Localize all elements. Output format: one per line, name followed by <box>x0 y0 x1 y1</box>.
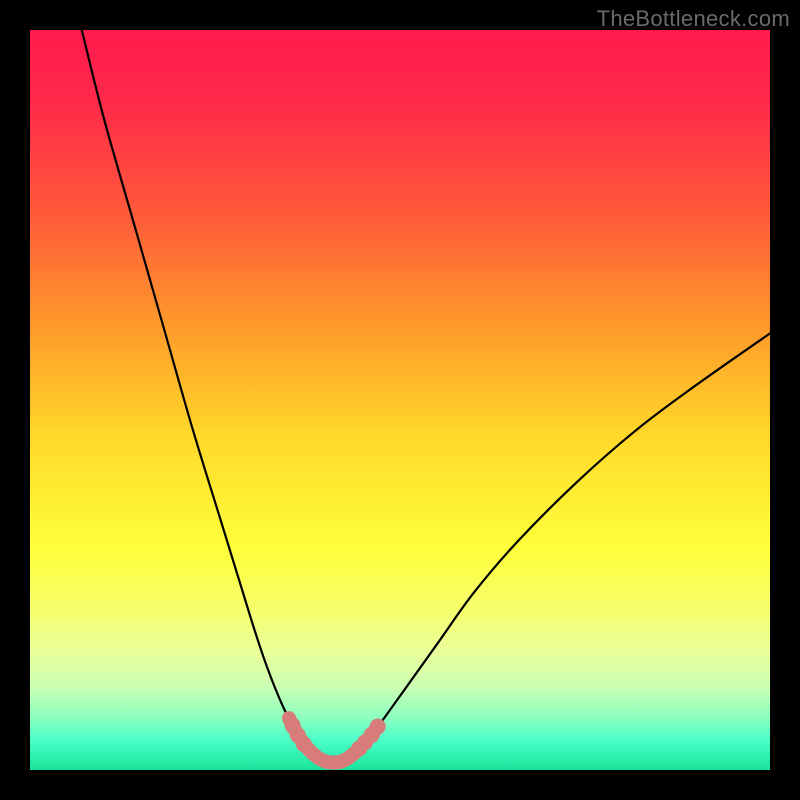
watermark-text: TheBottleneck.com <box>597 6 790 32</box>
chart-frame: TheBottleneck.com <box>0 0 800 800</box>
valley-dot <box>296 736 312 752</box>
valley-dot <box>290 727 306 743</box>
bottleneck-curve <box>82 30 770 763</box>
valley-dot <box>285 718 301 734</box>
valley-dot <box>364 727 380 743</box>
plot-area <box>30 30 770 770</box>
valley-dot <box>357 734 373 750</box>
valley-dot <box>351 740 367 756</box>
valley-highlight <box>289 718 378 762</box>
valley-dots <box>285 718 386 757</box>
curve-layer <box>30 30 770 770</box>
valley-dot <box>370 719 386 735</box>
